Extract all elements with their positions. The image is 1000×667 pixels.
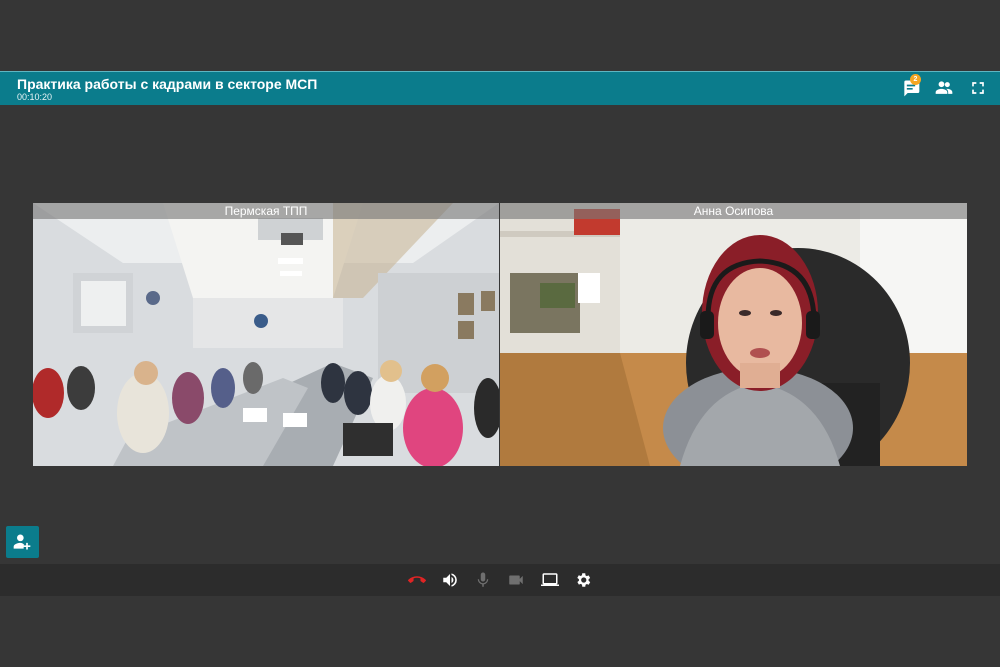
- chat-button[interactable]: 2: [901, 74, 921, 98]
- conference-timer: 00:10:20: [17, 92, 53, 102]
- screen-share-icon: [541, 573, 559, 586]
- call-toolbar: [0, 564, 1000, 596]
- camera-icon: [509, 575, 523, 585]
- fullscreen-icon: [972, 82, 984, 94]
- screen-share-button[interactable]: [541, 571, 559, 589]
- add-user-icon: [13, 534, 31, 550]
- settings-button[interactable]: [574, 571, 592, 589]
- speaker-video-frame: [500, 203, 967, 466]
- video-tile-room[interactable]: Пермская ТПП: [33, 203, 499, 466]
- conference-title: Практика работы с кадрами в секторе МСП: [17, 76, 318, 92]
- room-video-frame: [33, 203, 499, 466]
- microphone-icon: [477, 572, 489, 587]
- participants-button[interactable]: [934, 78, 954, 98]
- chat-unread-badge: 2: [910, 74, 921, 85]
- hangup-button[interactable]: [408, 571, 426, 589]
- hangup-icon: [408, 576, 426, 583]
- participants-icon: [935, 81, 953, 94]
- video-participant-name: Пермская ТПП: [33, 203, 499, 219]
- volume-icon: [443, 573, 457, 587]
- camera-button[interactable]: [507, 571, 525, 589]
- microphone-button[interactable]: [474, 571, 492, 589]
- conference-header: Практика работы с кадрами в секторе МСП …: [0, 71, 1000, 105]
- volume-button[interactable]: [441, 571, 459, 589]
- add-participant-button[interactable]: [6, 526, 39, 558]
- fullscreen-button[interactable]: [968, 78, 988, 98]
- video-participant-name: Анна Осипова: [500, 203, 967, 219]
- video-tile-speaker[interactable]: Анна Осипова: [500, 203, 967, 466]
- settings-icon: [577, 573, 591, 587]
